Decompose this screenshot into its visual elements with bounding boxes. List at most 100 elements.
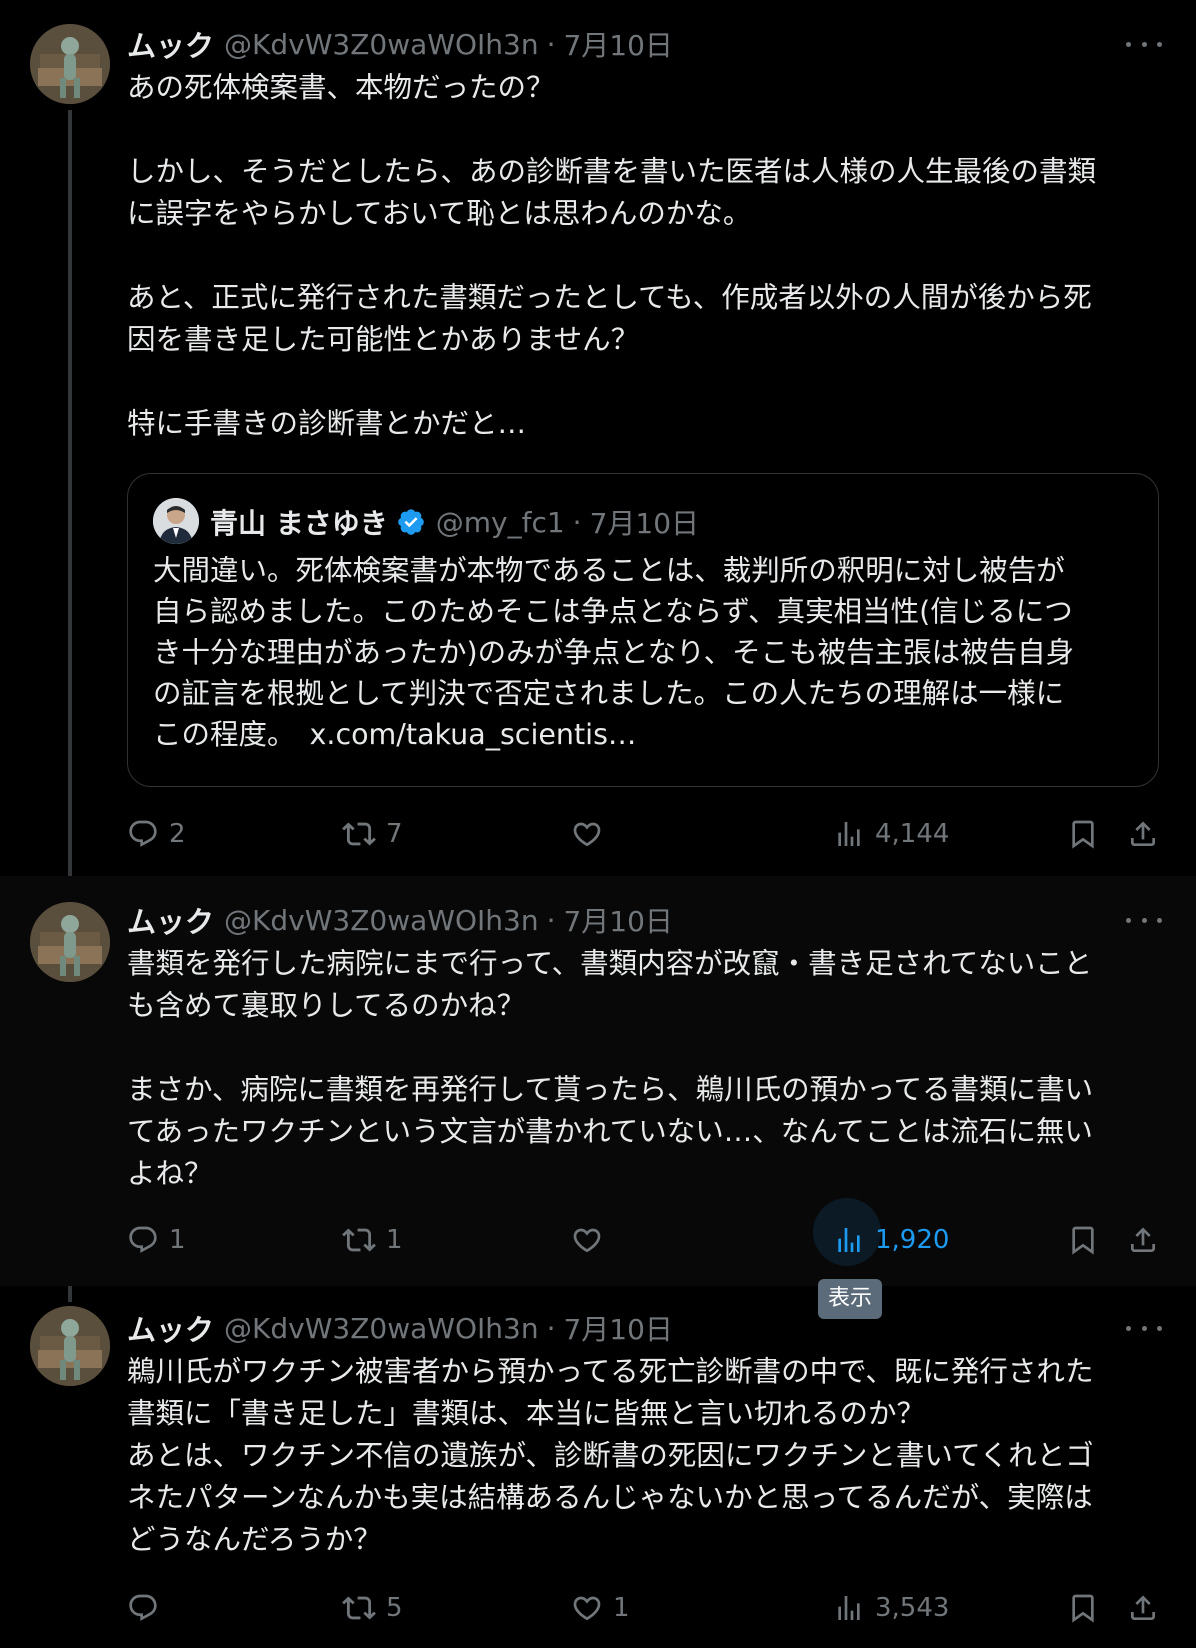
tweet-header: ムック @KdvW3Z0waWOIh3n · 7月10日 [127,24,673,64]
retweet-count: 7 [386,819,403,849]
reply-icon [129,820,157,847]
action-bar: 1 1 1,920 [127,1198,1167,1266]
retweet-button[interactable]: 1 [342,1218,403,1262]
user-handle[interactable]: @KdvW3Z0waWOIh3n [224,28,539,61]
tweet-header: ムック @KdvW3Z0waWOIh3n · 7月10日 [127,900,673,940]
separator: · [546,903,556,937]
timestamp[interactable]: 7月10日 [563,1308,672,1348]
timestamp[interactable]: 7月10日 [563,900,672,940]
user-handle[interactable]: @KdvW3Z0waWOIh3n [224,904,539,937]
share-icon [1131,821,1155,846]
heart-icon [573,1596,601,1621]
views-button[interactable]: 3,543 [833,1586,949,1630]
tweet-line: どうなんだろうか？ [127,1523,382,1556]
retweet-icon [342,1596,376,1620]
share-button[interactable] [1127,812,1159,856]
quoted-display-name[interactable]: 青山 まさゆき [210,502,388,542]
retweet-icon [342,822,376,846]
tweet-line [127,109,1167,151]
bookmark-icon [1072,820,1094,849]
quoted-header: 青山 まさゆき @my_fc1 · 7月10日 [210,500,699,544]
more-options-icon[interactable] [1126,910,1162,930]
quoted-link[interactable]: x.com/takua_scientis… [310,718,637,751]
views-icon [838,822,860,846]
user-handle[interactable]: @KdvW3Z0waWOIh3n [224,1312,539,1345]
bookmark-button[interactable] [1067,812,1099,856]
tweet-1[interactable]: ムック @KdvW3Z0waWOIh3n · 7月10日 あの死体検案書、本物だ… [0,0,1196,876]
tweet-line: あとは、ワクチン不信の遺族が、診断書の死因にワクチンと書いてくれとゴ [127,1439,1094,1472]
tweet-line: 書類を発行した病院にまで行って、書類内容が改竄・書き足されてないこと [127,947,1093,980]
more-options-icon[interactable] [1126,1318,1162,1338]
retweet-button[interactable]: 5 [342,1586,403,1630]
like-button[interactable] [571,1218,613,1262]
quoted-line: 自ら認めました。このためそこは争点とならず、真実相当性(信じるにつ [153,595,1073,628]
more-options-icon[interactable] [1126,34,1162,54]
tweet-text: あの死体検案書、本物だったの？ しかし、そうだとしたら、あの診断書を書いた医者は… [127,67,1167,445]
quoted-line: き十分な理由があったか)のみが争点となり、そこも被告主張は被告自身 [153,636,1075,669]
views-icon [838,1228,860,1252]
bookmark-button[interactable] [1067,1218,1099,1262]
reply-icon [129,1594,157,1621]
tweet-line: 鵜川氏がワクチン被害者から預かってる死亡診断書の中で、既に発行された [127,1355,1094,1388]
reply-button[interactable] [127,1586,169,1630]
quoted-line: この程度。 [153,718,296,751]
tweet-line: ネたパターンなんかも実は結構あるんじゃないかと思ってるんだが、実際は [127,1481,1093,1514]
tweet-line: あの死体検案書、本物だったの？ [127,71,555,104]
separator: · [546,27,556,61]
retweet-count: 1 [386,1225,403,1255]
tweet-line: 特に手書きの診断書とかだと… [127,407,527,440]
display-name[interactable]: ムック [127,1307,214,1349]
display-name[interactable]: ムック [127,23,214,65]
quoted-line: 大間違い。死体検案書が本物であることは、裁判所の釈明に対し被告が [153,554,1065,587]
reply-count: 2 [169,819,186,849]
tweet-line [127,235,1167,277]
tweet-2[interactable]: ムック @KdvW3Z0waWOIh3n · 7月10日 書類を発行した病院にま… [0,876,1196,1286]
retweet-icon [342,1228,376,1252]
share-button[interactable] [1127,1218,1159,1262]
heart-icon [573,822,601,847]
avatar[interactable] [30,902,110,982]
views-button[interactable]: 4,144 [833,812,949,856]
tweet-header: ムック @KdvW3Z0waWOIh3n · 7月10日 [127,1308,673,1348]
reply-count: 1 [169,1225,186,1255]
reply-button[interactable]: 1 [127,1218,186,1262]
tweet-line: に誤字をやらかしておいて恥とは思わんのかな。 [127,197,752,230]
tweet-line [127,1027,1167,1069]
tweet-line: 因を書き足した可能性とかありません？ [127,323,640,356]
tweet-line: も含めて裏取りしてるのかね？ [127,989,526,1022]
reply-button[interactable]: 2 [127,812,186,856]
share-button[interactable] [1127,1586,1159,1630]
quoted-text: 大間違い。死体検案書が本物であることは、裁判所の釈明に対し被告が 自ら認めました… [153,550,1133,755]
heart-icon [573,1228,601,1253]
quoted-avatar[interactable] [153,498,199,544]
tweet-3[interactable]: ムック @KdvW3Z0waWOIh3n · 7月10日 鵜川氏がワクチン被害者… [0,1286,1196,1648]
quoted-tweet[interactable]: 青山 まさゆき @my_fc1 · 7月10日 大間違い。死体検案書が本物である… [127,473,1159,787]
retweet-button[interactable]: 7 [342,812,403,856]
views-count: 1,920 [875,1225,950,1255]
like-button[interactable] [571,812,613,856]
tweet-line: てあったワクチンという文言が書かれていない…、なんてことは流石に無い [127,1115,1093,1148]
tweet-text: 書類を発行した病院にまで行って、書類内容が改竄・書き足されてないこと も含めて裏… [127,943,1167,1195]
views-button[interactable]: 1,920 [813,1198,950,1266]
retweet-count: 5 [386,1593,403,1623]
quoted-timestamp[interactable]: 7月10日 [590,502,699,542]
separator: · [546,1311,556,1345]
avatar[interactable] [30,24,110,104]
quoted-handle[interactable]: @my_fc1 [436,506,565,539]
share-icon [1131,1227,1155,1252]
tweet-line: 書類に「書き足した」書類は、本当に皆無と言い切れるのか？ [127,1397,926,1430]
display-name[interactable]: ムック [127,899,214,941]
like-button[interactable]: 1 [571,1586,630,1630]
tweet-line: よね？ [127,1157,213,1190]
separator: · [572,505,582,539]
quoted-line: の証言を根拠として判決で否定されました。この人たちの理解は一様に [153,677,1065,710]
tweet-line: まさか、病院に書類を再発行して貰ったら、鵜川氏の預かってる書類に書い [127,1073,1094,1106]
tweet-line: あと、正式に発行された書類だったとしても、作成者以外の人間が後から死 [127,281,1092,314]
bookmark-button[interactable] [1067,1586,1099,1630]
bookmark-icon [1072,1226,1094,1255]
like-count: 1 [613,1593,630,1623]
timestamp[interactable]: 7月10日 [563,24,672,64]
avatar[interactable] [30,1306,110,1386]
quoted-line-last: この程度。 x.com/takua_scientis… [153,714,1133,755]
tweet-text: 鵜川氏がワクチン被害者から預かってる死亡診断書の中で、既に発行された 書類に「書… [127,1351,1167,1561]
